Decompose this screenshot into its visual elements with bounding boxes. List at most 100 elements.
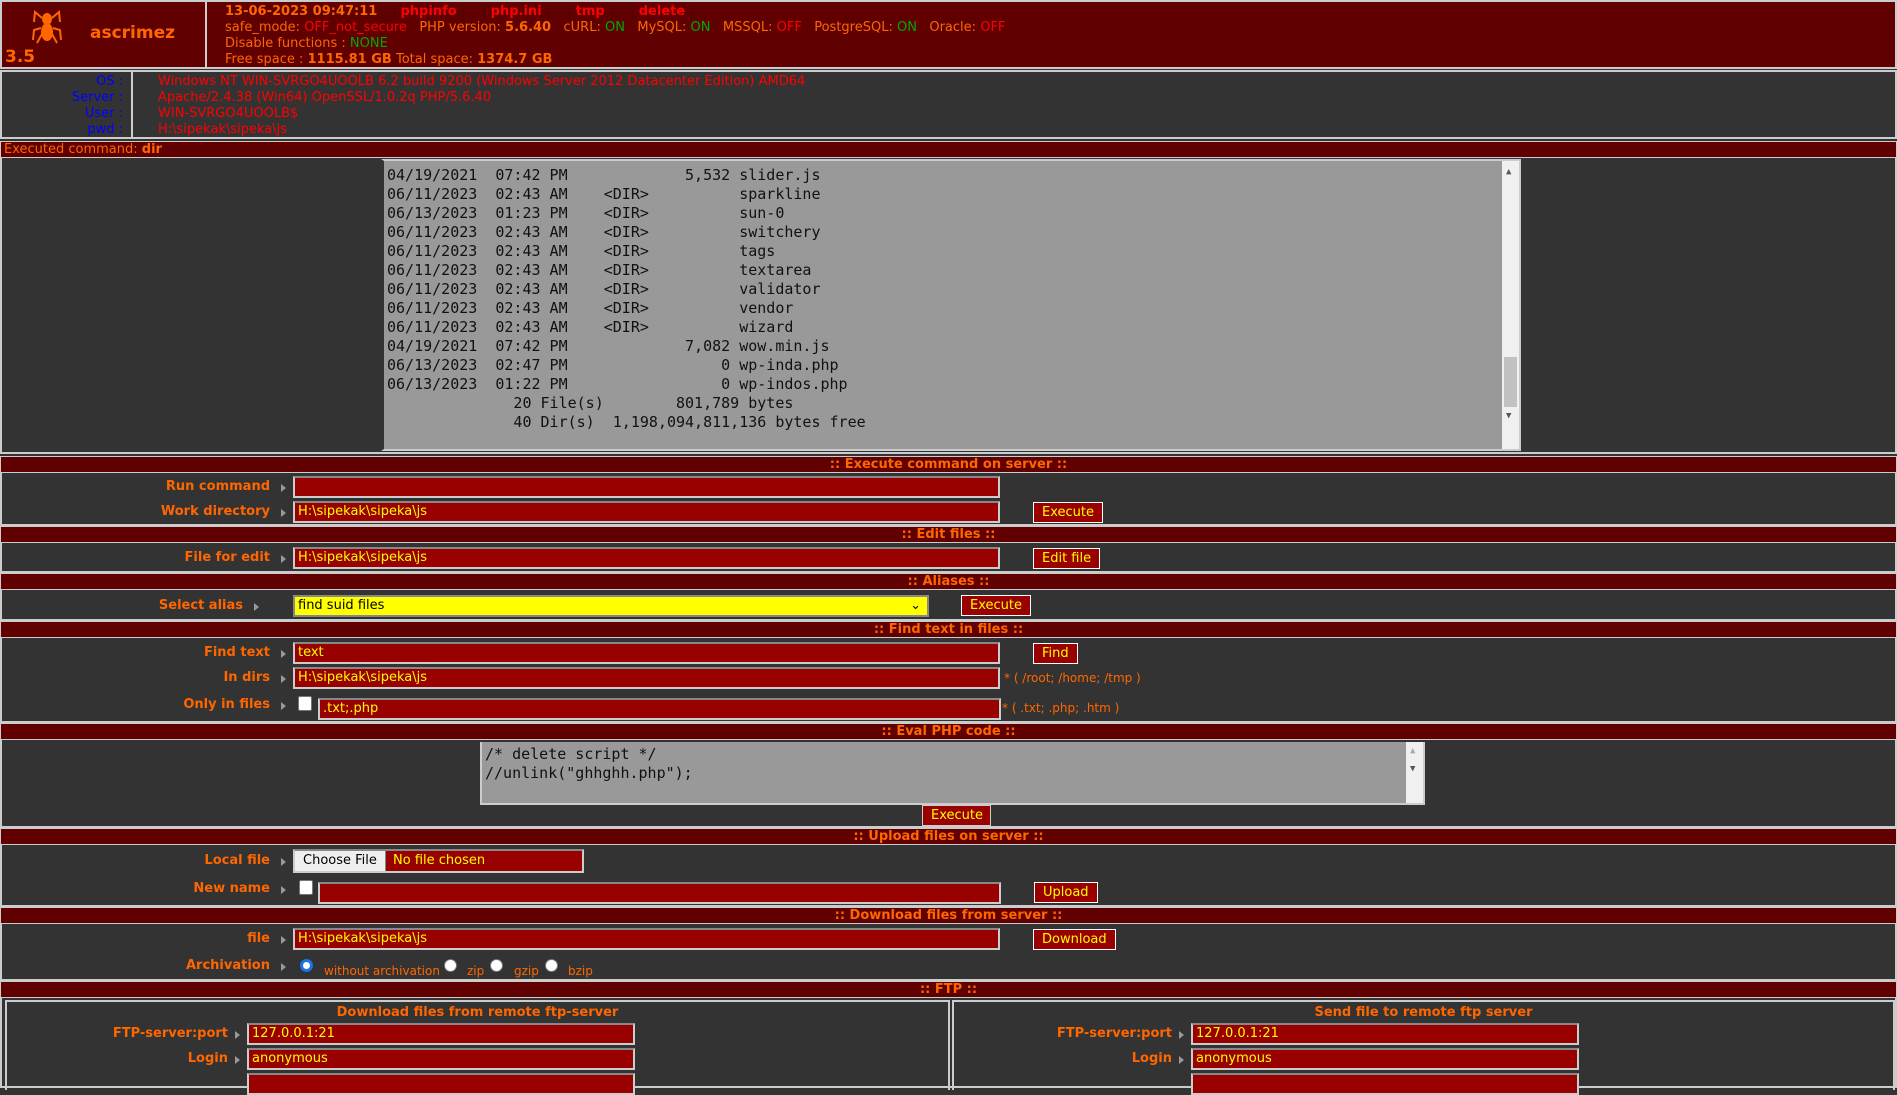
link-tmp[interactable]: tmp bbox=[568, 4, 612, 19]
oracle-value: OFF bbox=[980, 20, 1006, 35]
output-scrollbar[interactable]: ▲ ▼ bbox=[1502, 161, 1519, 449]
new-name-checkbox[interactable] bbox=[299, 880, 313, 895]
eval-php-panel: /* delete script *///unlink("ghhghh.php"… bbox=[0, 740, 1897, 828]
new-name-label: New name bbox=[193, 881, 270, 896]
execute-command-panel: Run command Work directory H:\sipekak\si… bbox=[0, 473, 1897, 526]
scroll-thumb[interactable] bbox=[1504, 357, 1517, 407]
arrow-icon bbox=[281, 702, 286, 710]
alias-selected: find suid files bbox=[298, 598, 385, 613]
output-line: 06/13/2023 01:22 PM 0 wp-indos.php bbox=[387, 375, 848, 393]
executed-command: dir bbox=[141, 142, 162, 157]
alias-execute-button[interactable]: Execute bbox=[961, 595, 1031, 616]
scroll-up-icon[interactable]: ▲ bbox=[1506, 167, 1511, 177]
ftp-send-login-input[interactable]: anonymous bbox=[1191, 1048, 1579, 1070]
upload-button[interactable]: Upload bbox=[1034, 882, 1098, 903]
ftp-download-title: Download files from remote ftp-server bbox=[336, 1005, 619, 1020]
arrow-icon bbox=[1179, 1056, 1184, 1064]
edit-files-panel: File for edit H:\sipekak\sipeka\js Edit … bbox=[0, 543, 1897, 573]
arrow-icon bbox=[281, 963, 286, 971]
option-gzip: gzip bbox=[514, 964, 539, 978]
ftp-send-password-input[interactable] bbox=[1191, 1073, 1579, 1095]
link-phpinfo[interactable]: phpinfo bbox=[393, 4, 464, 19]
ftp-server-input[interactable]: 127.0.0.1:21 bbox=[247, 1023, 635, 1045]
command-output[interactable]: 04/19/2021 07:42 PM 5,532 slider.js 06/11… bbox=[381, 159, 1521, 451]
scroll-up-icon[interactable]: ▲ bbox=[1410, 746, 1415, 756]
no-file-chosen: No file chosen bbox=[393, 853, 486, 868]
output-panel: 04/19/2021 07:42 PM 5,532 slider.js 06/11… bbox=[0, 158, 1897, 454]
ftp-send-title: Send file to remote ftp server bbox=[1314, 1005, 1533, 1020]
file-for-edit-label: File for edit bbox=[184, 550, 270, 565]
execute-button[interactable]: Execute bbox=[1033, 502, 1103, 523]
section-download: :: Download files from server :: bbox=[0, 907, 1897, 924]
radio-bzip[interactable] bbox=[545, 959, 558, 972]
only-in-files-note: * ( .txt; .php; .htm ) bbox=[1002, 701, 1120, 715]
option-zip: zip bbox=[467, 964, 485, 978]
output-line: 06/11/2023 02:43 AM <DIR> textarea bbox=[387, 261, 812, 279]
ftp-send-server-input[interactable]: 127.0.0.1:21 bbox=[1191, 1023, 1579, 1045]
link-php-ini[interactable]: php.ini bbox=[483, 4, 549, 19]
server-info: 13-06-2023 09:47:11 phpinfo php.ini tmp del… bbox=[225, 4, 1005, 68]
chevron-down-icon: ⌄ bbox=[910, 598, 921, 613]
in-dirs-label: In dirs bbox=[223, 670, 270, 685]
free-space-label: Free space : bbox=[225, 52, 304, 67]
output-line: 04/19/2021 07:42 PM 7,082 wow.min.js bbox=[387, 337, 830, 355]
work-directory-input[interactable]: H:\sipekak\sipeka\js bbox=[293, 501, 1000, 523]
arrow-icon bbox=[281, 484, 286, 492]
php-code-textarea[interactable]: /* delete script *///unlink("ghhghh.php"… bbox=[480, 742, 1425, 805]
link-delete[interactable]: delete bbox=[631, 4, 693, 19]
local-file-input[interactable]: Choose File No file chosen bbox=[293, 849, 584, 873]
ftp-server-label: FTP-server:port bbox=[112, 1026, 228, 1041]
datetime: 13-06-2023 09:47:11 bbox=[225, 4, 378, 19]
output-lines: 04/19/2021 07:42 PM 5,532 slider.js 06/11… bbox=[384, 161, 1519, 432]
executed-command-bar: Executed command: dir bbox=[0, 141, 1897, 158]
alias-select[interactable]: find suid files ⌄ bbox=[293, 595, 929, 617]
code-line: /* delete script */ bbox=[485, 745, 657, 763]
code-scrollbar[interactable]: ▲ ▼ bbox=[1406, 742, 1423, 803]
download-button[interactable]: Download bbox=[1033, 929, 1116, 950]
in-dirs-input[interactable]: H:\sipekak\sipeka\js bbox=[293, 667, 1000, 689]
radio-gzip[interactable] bbox=[490, 959, 503, 972]
find-text-input[interactable]: text bbox=[293, 642, 1000, 664]
only-in-files-input[interactable]: .txt;.php bbox=[318, 698, 1001, 720]
choose-file-button[interactable]: Choose File bbox=[295, 851, 386, 871]
mysql-value: ON bbox=[690, 20, 711, 35]
server-label: Server : bbox=[71, 90, 123, 105]
user-value: WIN-SVRGO4UOOLB$ bbox=[158, 106, 299, 121]
eval-execute-button[interactable]: Execute bbox=[922, 805, 991, 826]
find-button[interactable]: Find bbox=[1033, 643, 1078, 664]
scroll-down-icon[interactable]: ▼ bbox=[1506, 411, 1511, 421]
ftp-send-box: Send file to remote ftp server FTP-serve… bbox=[952, 1000, 1895, 1095]
section-aliases: :: Aliases :: bbox=[0, 573, 1897, 590]
pwd-label: pwd : bbox=[87, 122, 123, 137]
ftp-download-box: Download files from remote ftp-server FT… bbox=[5, 1000, 950, 1095]
output-line: 06/13/2023 01:23 PM <DIR> sun-0 bbox=[387, 204, 785, 222]
file-for-edit-input[interactable]: H:\sipekak\sipeka\js bbox=[293, 547, 1000, 569]
new-name-input[interactable] bbox=[318, 882, 1001, 904]
output-line: 04/19/2021 07:42 PM 5,532 slider.js bbox=[387, 166, 821, 184]
section-ftp: :: FTP :: bbox=[0, 981, 1897, 998]
php-version-value: 5.6.40 bbox=[505, 20, 552, 35]
ftp-login-input[interactable]: anonymous bbox=[247, 1048, 635, 1070]
free-space-value: 1115.81 GB bbox=[307, 52, 392, 67]
edit-file-button[interactable]: Edit file bbox=[1033, 548, 1101, 569]
option-without-archivation: without archivation bbox=[324, 964, 440, 978]
user-label: User : bbox=[84, 106, 123, 121]
radio-zip[interactable] bbox=[444, 959, 457, 972]
curl-value: ON bbox=[604, 20, 625, 35]
only-in-files-checkbox[interactable] bbox=[298, 696, 312, 711]
download-file-input[interactable]: H:\sipekak\sipeka\js bbox=[293, 928, 1000, 950]
run-command-input[interactable] bbox=[293, 476, 1000, 498]
logo-cell: ascrimez 3.5 bbox=[2, 2, 207, 67]
executed-label: Executed command: bbox=[4, 142, 138, 157]
radio-without-archivation[interactable] bbox=[300, 959, 313, 972]
section-upload: :: Upload files on server :: bbox=[0, 828, 1897, 845]
total-space-value: 1374.7 GB bbox=[477, 52, 553, 67]
arrow-icon bbox=[235, 1056, 240, 1064]
ftp-password-input[interactable] bbox=[247, 1073, 635, 1095]
ftp-login-label: Login bbox=[187, 1051, 228, 1066]
os-label: OS : bbox=[96, 74, 123, 89]
os-value: Windows NT WIN-SVRGO4UOOLB 6.2 build 920… bbox=[158, 74, 806, 89]
scroll-down-icon[interactable]: ▼ bbox=[1410, 764, 1415, 774]
run-command-label: Run command bbox=[165, 479, 270, 494]
system-info: OS : Server : User : pwd : Windows NT WI… bbox=[0, 70, 1897, 139]
